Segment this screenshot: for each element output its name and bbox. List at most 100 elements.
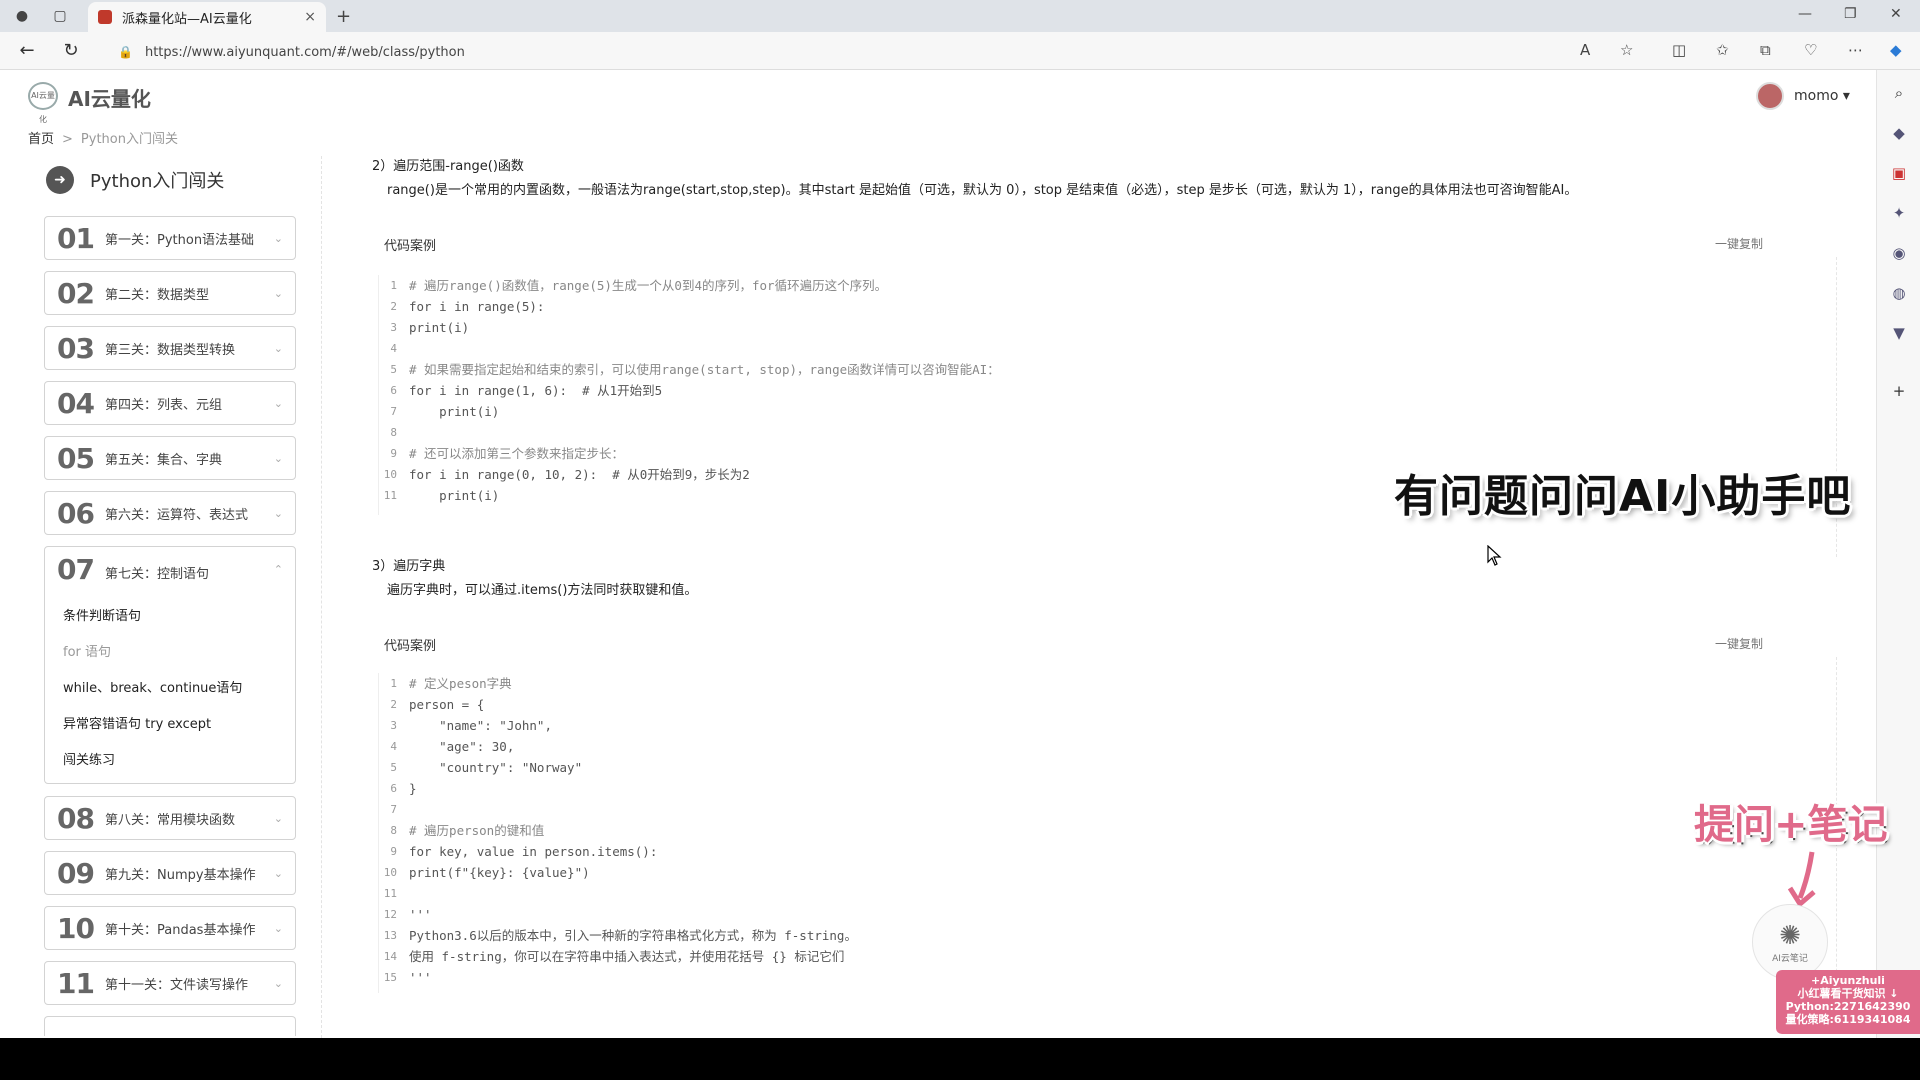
chapter-11[interactable]: 11 第十一关：文件读写操作 ⌄ <box>44 961 296 1005</box>
caption-overlay: 有问题问问AI小助手吧 <box>1394 471 1852 522</box>
tools-icon[interactable]: ✦ <box>1890 204 1908 222</box>
code-text: # 还可以添加第三个参数来指定步长： <box>409 446 625 461</box>
more-menu-icon[interactable]: ⋯ <box>1848 41 1863 59</box>
play-arrow-icon: ➜ <box>46 166 74 194</box>
code-line: 9 # 还可以添加第三个参数来指定步长： <box>379 443 624 464</box>
line-number: 1 <box>390 677 397 690</box>
browser-sidebar: ⌕ ◆ ▣ ✦ ◉ ◍ ▼ + <box>1876 70 1920 1038</box>
chapter-08[interactable]: 08 第八关：常用模块函数 ⌄ <box>44 796 296 840</box>
url-field[interactable]: 🔒 https://www.aiyunquant.com/#/web/class… <box>118 39 1538 65</box>
chapter-10[interactable]: 10 第十关：Pandas基本操作 ⌄ <box>44 906 296 950</box>
close-tab-icon[interactable]: × <box>304 9 316 25</box>
read-aloud-icon[interactable]: A <box>1580 41 1590 59</box>
code-text: for i in range(5): <box>409 299 545 314</box>
copy-all-button[interactable]: 一键复制 <box>1715 635 1763 652</box>
chapter-label: 第五关：集合、字典 <box>105 452 223 468</box>
games-icon[interactable]: ◉ <box>1890 244 1908 262</box>
chapter-number: 08 <box>57 801 95 835</box>
chevron-up-icon: ⌃ <box>273 563 283 576</box>
code-line: 4 <box>379 338 409 359</box>
code-line: 4 "age": 30, <box>379 736 514 757</box>
code-line: 2 person = { <box>379 694 484 715</box>
chapter-03[interactable]: 03 第三关：数据类型转换 ⌄ <box>44 326 296 370</box>
copy-all-button[interactable]: 一键复制 <box>1715 235 1763 252</box>
section-title: 3）遍历字典 <box>372 559 446 574</box>
code-line: 9 for key, value in person.items(): <box>379 841 657 862</box>
chapter-number: 01 <box>57 221 95 255</box>
copilot-icon[interactable]: ◆ <box>1890 41 1902 59</box>
code-line: 15 ''' <box>379 967 432 988</box>
outlook-icon[interactable]: ▼ <box>1890 324 1908 342</box>
chapter-number: 06 <box>57 496 95 530</box>
office-icon[interactable]: ◍ <box>1890 284 1908 302</box>
lesson-item[interactable]: 条件判断语句 <box>63 599 242 635</box>
code-block[interactable]: 1 # 定义peson字典 2 person = {3 "name": "John",… <box>378 673 1818 993</box>
code-text: "name": "John", <box>409 718 552 733</box>
breadcrumb-home[interactable]: 首页 <box>28 132 54 147</box>
lesson-item-active[interactable]: for 语句 <box>63 635 242 671</box>
code-line: 7 <box>379 799 409 820</box>
chapter-07-expanded[interactable]: 07 第七关：控制语句 ⌃ 条件判断语句 for 语句 while、break、… <box>44 546 296 784</box>
new-tab-button[interactable]: + <box>336 6 351 27</box>
breadcrumb: 首页 > Python入门闯关 <box>28 128 178 147</box>
restore-icon[interactable]: ❐ <box>1844 6 1857 22</box>
tab-title: 派森量化站—AI云量化 <box>122 11 252 27</box>
chapter-04[interactable]: 04 第四关：列表、元组 ⌄ <box>44 381 296 425</box>
code-text: person = { <box>409 697 485 712</box>
tab-actions-icon[interactable]: ▢ <box>50 6 70 26</box>
code-text: print(f"{key}: {value}") <box>409 865 590 880</box>
notes-caption-overlay: 提问+笔记 <box>1694 802 1888 848</box>
split-screen-icon[interactable]: ◫ <box>1672 41 1686 59</box>
promo-line: 小红薯看干货知识 ↓ <box>1797 987 1899 1000</box>
browser-window: ● ▢ 派森量化站—AI云量化 × + — ❐ ✕ ← ↻ 🔒 https://… <box>0 0 1920 1038</box>
chevron-down-icon: ⌄ <box>273 921 283 935</box>
site-logo-text[interactable]: AI云量化 <box>68 83 151 112</box>
chapter-label: 第一关：Python语法基础 <box>105 232 255 248</box>
line-number: 11 <box>383 489 397 502</box>
chapter-number: 05 <box>57 441 95 475</box>
section-description: range()是一个常用的内置函数，一般语法为range(start,stop,… <box>387 183 1578 198</box>
collections-icon[interactable]: ⧉ <box>1760 41 1771 59</box>
line-number: 14 <box>383 950 397 963</box>
line-number: 2 <box>390 300 397 313</box>
chapter-01[interactable]: 01 第一关：Python语法基础 ⌄ <box>44 216 296 260</box>
lesson-item[interactable]: 异常容错语句 try except <box>63 707 242 743</box>
lesson-item[interactable]: while、break、continue语句 <box>63 671 242 707</box>
favorites-icon[interactable]: ✩ <box>1716 41 1729 59</box>
chapter-12-partial[interactable] <box>44 1016 296 1036</box>
openai-knot-icon: ✺ <box>1779 921 1801 951</box>
site-logo-icon[interactable]: AI云量化 <box>28 82 58 124</box>
chapter-05[interactable]: 05 第五关：集合、字典 ⌄ <box>44 436 296 480</box>
breadcrumb-current: Python入门闯关 <box>80 132 178 147</box>
chevron-down-icon: ⌄ <box>273 506 283 520</box>
shopping-icon[interactable]: ▣ <box>1890 164 1908 182</box>
chapter-number: 04 <box>57 386 95 420</box>
line-number: 7 <box>390 405 397 418</box>
code-text: 使用 f-string，你可以在字符串中插入表达式，并使用花括号 {} 标记它们 <box>409 949 845 964</box>
chapter-06[interactable]: 06 第六关：运算符、表达式 ⌄ <box>44 491 296 535</box>
back-icon[interactable]: ← <box>16 40 38 62</box>
chapter-label: 第十一关：文件读写操作 <box>105 977 249 993</box>
chapter-number: 03 <box>57 331 95 365</box>
profile-icon[interactable]: ● <box>12 6 32 26</box>
tag-icon[interactable]: ◆ <box>1890 124 1908 142</box>
active-tab[interactable]: 派森量化站—AI云量化 × <box>88 2 326 32</box>
lesson-item[interactable]: 闯关练习 <box>63 743 242 779</box>
search-icon[interactable]: ⌕ <box>1890 84 1908 102</box>
chevron-down-icon: ⌄ <box>273 866 283 880</box>
minimize-icon[interactable]: — <box>1798 6 1812 22</box>
avatar <box>1756 82 1784 110</box>
favorite-star-icon[interactable]: ☆ <box>1620 41 1633 59</box>
close-window-icon[interactable]: ✕ <box>1890 6 1902 22</box>
ai-notes-button[interactable]: ✺ AI云笔记 <box>1752 904 1828 980</box>
chapter-number: 09 <box>57 856 95 890</box>
code-line: 2 for i in range(5): <box>379 296 544 317</box>
extensions-icon[interactable]: ♡ <box>1804 41 1817 59</box>
code-line: 3 print(i) <box>379 317 469 338</box>
refresh-icon[interactable]: ↻ <box>60 40 82 62</box>
chapter-02[interactable]: 02 第二关：数据类型 ⌄ <box>44 271 296 315</box>
chevron-down-icon: ⌄ <box>273 976 283 990</box>
user-menu[interactable]: momo ▾ <box>1756 82 1850 110</box>
add-sidebar-icon[interactable]: + <box>1890 382 1908 400</box>
chapter-09[interactable]: 09 第九关：Numpy基本操作 ⌄ <box>44 851 296 895</box>
